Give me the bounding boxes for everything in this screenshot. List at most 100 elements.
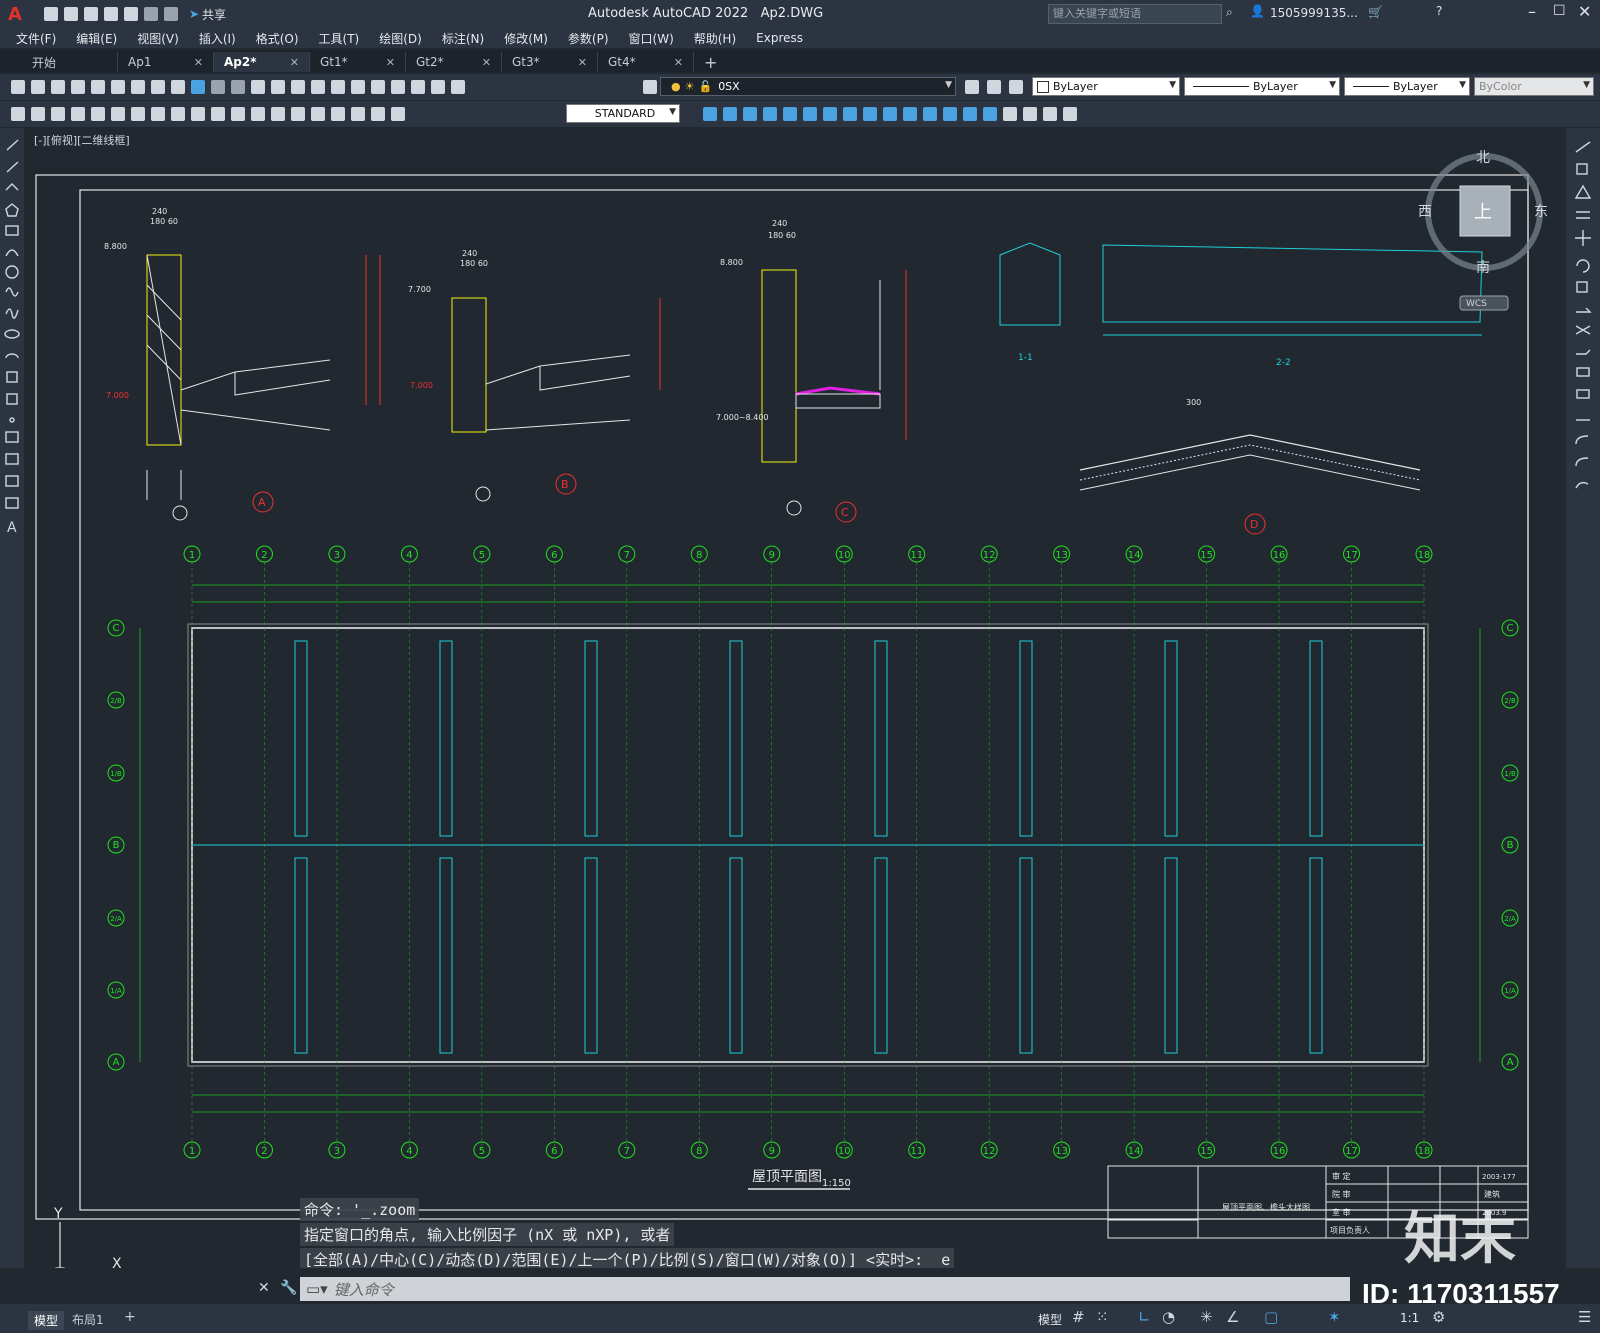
bring-front-icon[interactable]: [963, 106, 977, 121]
angular-icon[interactable]: [191, 106, 205, 121]
arc-length-icon[interactable]: [91, 106, 105, 121]
minimize-button[interactable]: –: [1528, 2, 1536, 21]
command-settings-icon[interactable]: 🔧: [280, 1280, 297, 1296]
zoom-window-icon[interactable]: [291, 79, 305, 94]
xline-tool-icon[interactable]: [6, 161, 19, 173]
menu-express[interactable]: Express: [746, 31, 813, 45]
blend-tool-icon[interactable]: [1575, 457, 1589, 467]
rotate-tool-icon[interactable]: [1576, 259, 1590, 273]
dimension-text-edit-icon[interactable]: [371, 106, 385, 121]
menu-parametric[interactable]: 参数(P): [558, 30, 619, 47]
measure-icon[interactable]: [1043, 106, 1057, 121]
tab-gt3[interactable]: Gt3* ✕: [502, 52, 598, 72]
insert-block-tool-icon[interactable]: [6, 371, 18, 383]
status-model-button[interactable]: 模型: [1038, 1311, 1062, 1328]
circle-tool-icon[interactable]: [5, 265, 19, 279]
linear-dimension-icon[interactable]: [51, 106, 65, 121]
tab-start[interactable]: 开始: [22, 52, 118, 72]
viewcube-north[interactable]: 北: [1476, 150, 1490, 166]
viewcube-west[interactable]: 西: [1418, 204, 1432, 220]
cart-icon[interactable]: 🛒: [1368, 5, 1383, 19]
annotation-scale[interactable]: 1:1: [1400, 1311, 1419, 1325]
quick-dimension-icon[interactable]: [211, 106, 225, 121]
clip-icon[interactable]: [823, 106, 837, 121]
save-icon[interactable]: [51, 79, 65, 94]
dimension-edit-icon[interactable]: [351, 106, 365, 121]
customize-menu-icon[interactable]: ☰: [1578, 1308, 1591, 1326]
viewport-label[interactable]: [-][俯视][二维线框]: [34, 132, 130, 148]
publish-icon[interactable]: [111, 79, 125, 94]
redo-icon[interactable]: [163, 7, 178, 21]
layout-tab-layout1[interactable]: 布局1: [72, 1311, 104, 1328]
spline-tool-icon[interactable]: [5, 308, 19, 319]
close-icon[interactable]: ✕: [674, 56, 683, 69]
paste-icon[interactable]: [171, 79, 185, 94]
group-icon[interactable]: [903, 106, 917, 121]
break-tool-icon[interactable]: [1576, 367, 1590, 377]
command-input[interactable]: ▭▾ 键入命令: [300, 1277, 1350, 1301]
wipeout-icon[interactable]: [1003, 106, 1017, 121]
revision-cloud-icon[interactable]: [1023, 106, 1037, 121]
pan-icon[interactable]: [251, 79, 265, 94]
user-name[interactable]: 1505999135...: [1270, 6, 1358, 20]
preview-icon[interactable]: [91, 79, 105, 94]
send-back-icon[interactable]: [983, 106, 997, 121]
revcloud-tool-icon[interactable]: [5, 287, 19, 297]
jogged-icon[interactable]: [151, 106, 165, 121]
share-icon[interactable]: ➤: [189, 7, 199, 21]
properties-icon[interactable]: [331, 79, 345, 94]
new-icon[interactable]: [11, 79, 25, 94]
menu-tools[interactable]: 工具(T): [309, 30, 370, 47]
command-prompt-icon[interactable]: ▭▾: [306, 1280, 328, 1298]
search-input[interactable]: 键入关键字或短语: [1048, 4, 1222, 24]
selection-cycling-icon[interactable]: ▢: [1264, 1308, 1278, 1326]
markup-icon[interactable]: [411, 79, 425, 94]
share-label[interactable]: 共享: [202, 6, 226, 23]
tab-ap1[interactable]: Ap1 ✕: [118, 52, 214, 72]
dimension-space-icon[interactable]: [271, 106, 285, 121]
calculator-icon[interactable]: [431, 79, 445, 94]
attribute-icon[interactable]: [763, 106, 777, 121]
quick-access-open-icon[interactable]: [63, 7, 78, 21]
offset-tool-icon[interactable]: [1576, 211, 1590, 219]
autocad-logo-icon[interactable]: A: [8, 4, 22, 25]
ellipse-tool-icon[interactable]: [4, 329, 20, 339]
color-select[interactable]: ByLayer ▼: [1032, 77, 1180, 96]
image-icon[interactable]: [803, 106, 817, 121]
xref-icon[interactable]: [783, 106, 797, 121]
menu-window[interactable]: 窗口(W): [619, 30, 684, 47]
help-icon[interactable]: ?: [1436, 4, 1442, 18]
menu-help[interactable]: 帮助(H): [684, 30, 746, 47]
snap-toggle-icon[interactable]: ⁙: [1096, 1308, 1109, 1326]
rectangle-tool-icon[interactable]: [5, 225, 19, 236]
inspection-icon[interactable]: [331, 106, 345, 121]
add-layout-button[interactable]: +: [124, 1309, 136, 1325]
drawing-canvas[interactable]: [-][俯视][二维线框] 240 180 60 8.800 7.000 A 2…: [26, 128, 1562, 1268]
make-block-tool-icon[interactable]: [6, 393, 18, 405]
osnap-toggle-icon[interactable]: ✳: [1200, 1308, 1213, 1326]
wcs-label[interactable]: WCS: [1466, 299, 1487, 309]
zoom-realtime-icon[interactable]: [271, 79, 285, 94]
aligned-dimension-icon[interactable]: [71, 106, 85, 121]
mirror-tool-icon[interactable]: [1574, 184, 1592, 199]
block-create-icon[interactable]: [723, 106, 737, 121]
quick-access-saveas-icon[interactable]: [103, 7, 118, 21]
menu-draw[interactable]: 绘图(D): [369, 30, 432, 47]
menu-dimension[interactable]: 标注(N): [432, 30, 494, 47]
tab-gt1[interactable]: Gt1* ✕: [310, 52, 406, 72]
search-icon[interactable]: ⌕: [1226, 5, 1233, 20]
menu-edit[interactable]: 编辑(E): [66, 30, 127, 47]
region-tool-icon[interactable]: [5, 475, 19, 487]
design-center-icon[interactable]: [351, 79, 365, 94]
tab-gt4[interactable]: Gt4* ✕: [598, 52, 694, 72]
close-icon[interactable]: ✕: [386, 56, 395, 69]
fillet-tool-icon[interactable]: [1575, 435, 1589, 445]
menu-view[interactable]: 视图(V): [127, 30, 189, 47]
trim-tool-icon[interactable]: [1575, 325, 1591, 335]
layer-previous-icon[interactable]: [987, 80, 1001, 94]
stretch-tool-icon[interactable]: [1576, 307, 1592, 313]
quick-access-save-icon[interactable]: [83, 7, 98, 21]
grid-toggle-icon[interactable]: #: [1072, 1308, 1085, 1326]
join-tool-icon[interactable]: [1576, 389, 1590, 399]
tab-ap2[interactable]: Ap2* ✕: [214, 52, 310, 72]
